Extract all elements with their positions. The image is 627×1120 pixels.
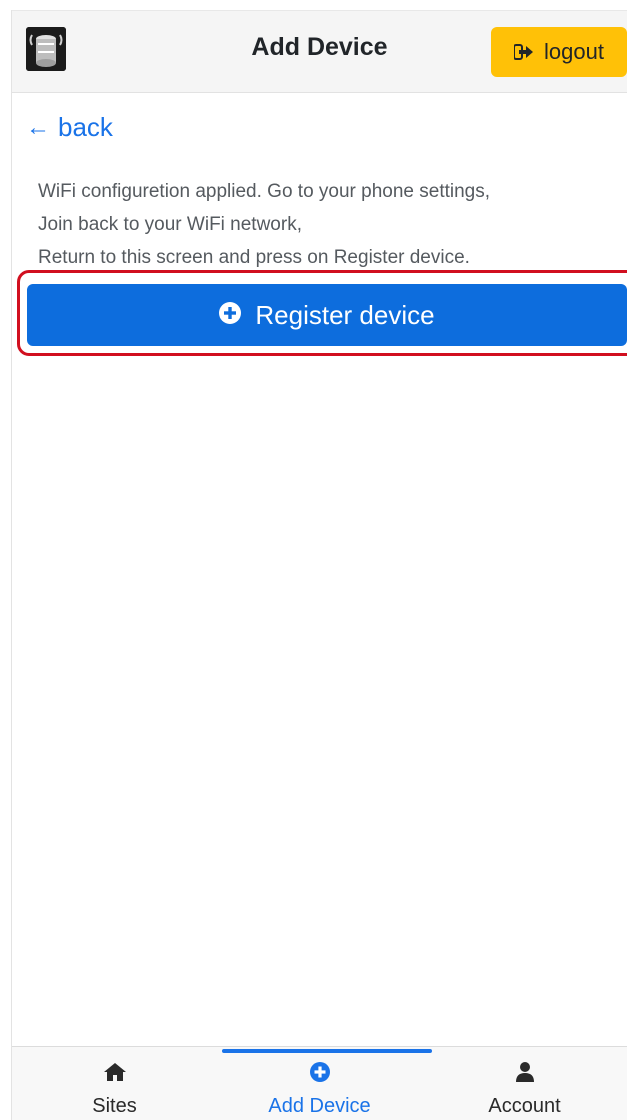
back-link[interactable]: ← back (26, 112, 113, 143)
instructions-text: WiFi configuretion applied. Go to your p… (38, 175, 598, 274)
logout-label: logout (544, 39, 604, 64)
instruction-line: Join back to your WiFi network, (38, 214, 302, 235)
sign-out-icon (514, 44, 534, 60)
frame-edge (11, 10, 12, 1120)
home-icon (103, 1061, 126, 1083)
instruction-line: WiFi configuretion applied. Go to your p… (38, 181, 491, 202)
nav-item-account[interactable]: Account (422, 1061, 627, 1118)
back-label: back (58, 112, 113, 142)
nav-item-add-device[interactable]: Add Device (217, 1061, 422, 1118)
register-device-button[interactable]: Register device (27, 284, 627, 346)
active-tab-indicator (222, 1049, 432, 1053)
top-header: Add Device logout (12, 10, 627, 93)
app-screen: Add Device logout ← back WiFi configuret… (0, 0, 627, 1120)
bottom-nav: Sites Add Device Account (12, 1046, 627, 1120)
arrow-left-icon: ← (26, 113, 50, 141)
nav-item-sites[interactable]: Sites (12, 1061, 217, 1118)
device-logo-icon (26, 27, 66, 71)
register-device-label: Register device (255, 299, 435, 330)
nav-label-account: Account (488, 1095, 561, 1117)
nav-label-add-device: Add Device (268, 1095, 371, 1117)
plus-circle-icon (309, 1061, 330, 1083)
user-icon (515, 1061, 534, 1083)
nav-label-sites: Sites (92, 1095, 137, 1117)
logout-button[interactable]: logout (491, 27, 627, 77)
plus-circle-icon (219, 300, 242, 331)
